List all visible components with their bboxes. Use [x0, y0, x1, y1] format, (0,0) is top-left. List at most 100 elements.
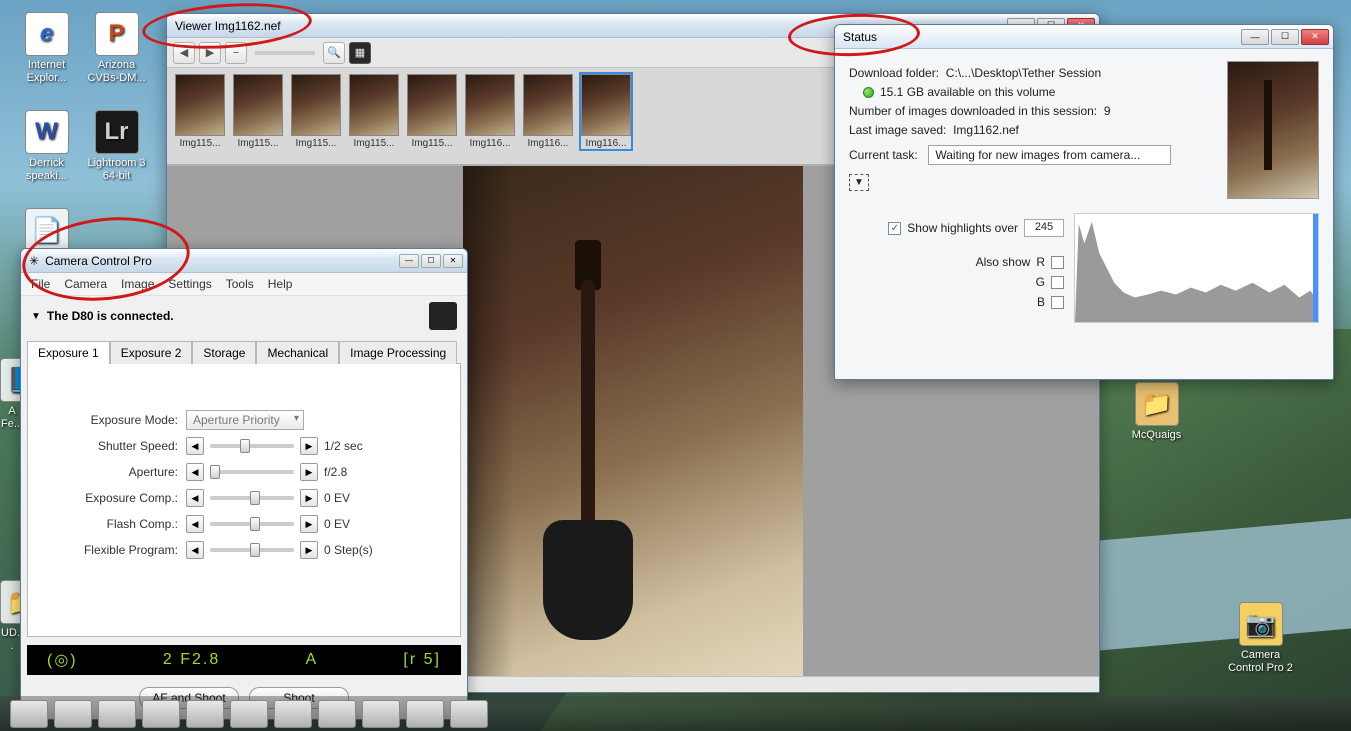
- flexprog-value: 0 Step(s): [324, 543, 384, 557]
- status-max-button[interactable]: ☐: [1271, 29, 1299, 45]
- task-item[interactable]: [54, 700, 92, 728]
- expcomp-inc-button[interactable]: ▶: [300, 489, 318, 507]
- flashcomp-dec-button[interactable]: ◀: [186, 515, 204, 533]
- word-glyph: W: [25, 110, 69, 154]
- ccp-min-button[interactable]: —: [399, 254, 419, 268]
- flexprog-inc-button[interactable]: ▶: [300, 541, 318, 559]
- taskbar[interactable]: [0, 696, 1351, 731]
- aperture-inc-button[interactable]: ▶: [300, 463, 318, 481]
- ppt-icon[interactable]: P Arizona CVBs-DM...: [84, 12, 149, 84]
- menu-camera[interactable]: Camera: [64, 277, 107, 291]
- tab-storage[interactable]: Storage: [192, 341, 256, 364]
- status-titlebar[interactable]: Status — ☐ ✕: [835, 25, 1333, 49]
- tabpage-exposure-1: Exposure Mode: Aperture Priority Shutter…: [27, 363, 461, 637]
- menu-file[interactable]: File: [31, 277, 50, 291]
- thumb-6[interactable]: Img116...: [523, 74, 573, 149]
- task-item[interactable]: [406, 700, 444, 728]
- aperture-slider[interactable]: [210, 470, 294, 474]
- shutter-inc-button[interactable]: ▶: [300, 437, 318, 455]
- zoom-slider[interactable]: [255, 51, 315, 55]
- flexprog-dec-button[interactable]: ◀: [186, 541, 204, 559]
- status-min-button[interactable]: —: [1241, 29, 1269, 45]
- channel-r-checkbox[interactable]: [1051, 256, 1064, 269]
- channel-r-label: R: [1036, 255, 1045, 269]
- channel-b-checkbox[interactable]: [1051, 296, 1064, 309]
- expcomp-dec-button[interactable]: ◀: [186, 489, 204, 507]
- task-item[interactable]: [98, 700, 136, 728]
- ccp-menubar: File Camera Image Settings Tools Help: [21, 273, 467, 296]
- menu-image[interactable]: Image: [121, 277, 154, 291]
- tab-image-processing[interactable]: Image Processing: [339, 341, 457, 364]
- task-item[interactable]: [186, 700, 224, 728]
- task-item[interactable]: [362, 700, 400, 728]
- folder-mcquaigs[interactable]: 📁 McQuaigs: [1124, 382, 1189, 442]
- flashcomp-value: 0 EV: [324, 517, 384, 531]
- show-highlights-checkbox[interactable]: ✓: [888, 222, 901, 235]
- thumb-5[interactable]: Img116...: [465, 74, 515, 149]
- lcd-af-icon: (◎): [47, 650, 78, 670]
- thumb-4[interactable]: Img115...: [407, 74, 457, 149]
- expand-button[interactable]: ▼: [849, 174, 869, 191]
- flashcomp-inc-button[interactable]: ▶: [300, 515, 318, 533]
- ie-glyph: e: [25, 12, 69, 56]
- exposure-mode-select[interactable]: Aperture Priority: [186, 410, 304, 430]
- expand-triangle-icon[interactable]: ▼: [31, 311, 41, 322]
- ccp2-shortcut-label: Camera Control Pro 2: [1228, 649, 1293, 674]
- grid-toggle-button[interactable]: ▦: [349, 42, 371, 64]
- prev-button[interactable]: ◀: [173, 42, 195, 64]
- ccp-titlebar[interactable]: ✳ Camera Control Pro — ☐ ✕: [21, 249, 467, 273]
- lightroom-icon[interactable]: Lr Lightroom 3 64-bit: [84, 110, 149, 182]
- menu-tools[interactable]: Tools: [226, 277, 254, 291]
- task-item[interactable]: [450, 700, 488, 728]
- channel-g-label: G: [1036, 275, 1045, 289]
- word-icon[interactable]: W Derrick speaki...: [14, 110, 79, 182]
- menu-settings[interactable]: Settings: [168, 277, 211, 291]
- task-item[interactable]: [230, 700, 268, 728]
- show-highlights-input[interactable]: 245: [1024, 219, 1064, 237]
- channel-b-label: B: [1037, 295, 1045, 309]
- expcomp-slider[interactable]: [210, 496, 294, 500]
- task-item[interactable]: [318, 700, 356, 728]
- thumb-3[interactable]: Img115...: [349, 74, 399, 149]
- menu-help[interactable]: Help: [268, 277, 293, 291]
- ie-icon[interactable]: e Internet Explor...: [14, 12, 79, 84]
- zoom-out-button[interactable]: −: [225, 42, 247, 64]
- ccp-max-button[interactable]: ☐: [421, 254, 441, 268]
- ppt-label: Arizona CVBs-DM...: [84, 59, 149, 84]
- tab-exposure-2[interactable]: Exposure 2: [110, 341, 193, 364]
- ccp-close-button[interactable]: ✕: [443, 254, 463, 268]
- shutter-slider[interactable]: [210, 444, 294, 448]
- ccp-tabs: Exposure 1 Exposure 2 Storage Mechanical…: [27, 340, 461, 363]
- thumb-1[interactable]: Img115...: [233, 74, 283, 149]
- notepad-glyph: 📄: [25, 208, 69, 252]
- viewer-title: Viewer Img1162.nef: [175, 19, 281, 33]
- thumb-2[interactable]: Img115...: [291, 74, 341, 149]
- space-available: 15.1 GB available on this volume: [880, 85, 1055, 99]
- channel-g-checkbox[interactable]: [1051, 276, 1064, 289]
- show-highlights-label: Show highlights over: [907, 221, 1018, 235]
- last-image-value: Img1162.nef: [953, 123, 1019, 137]
- task-item[interactable]: [142, 700, 180, 728]
- task-item[interactable]: [274, 700, 312, 728]
- ccp2-shortcut[interactable]: 📷 Camera Control Pro 2: [1228, 602, 1293, 674]
- volume-status-icon: [863, 87, 874, 98]
- thumb-7[interactable]: Img116...: [581, 74, 631, 149]
- aperture-dec-button[interactable]: ◀: [186, 463, 204, 481]
- folder-mcquaigs-label: McQuaigs: [1124, 429, 1189, 442]
- thumb-0[interactable]: Img115...: [175, 74, 225, 149]
- download-folder-label: Download folder:: [849, 66, 939, 80]
- status-close-button[interactable]: ✕: [1301, 29, 1329, 45]
- tab-mechanical[interactable]: Mechanical: [256, 341, 339, 364]
- task-item[interactable]: [10, 700, 48, 728]
- histogram: [1074, 213, 1319, 323]
- aperture-value: f/2.8: [324, 465, 384, 479]
- flashcomp-slider[interactable]: [210, 522, 294, 526]
- play-button[interactable]: ▶: [199, 42, 221, 64]
- shutter-dec-button[interactable]: ◀: [186, 437, 204, 455]
- tab-exposure-1[interactable]: Exposure 1: [27, 341, 110, 364]
- images-session-value: 9: [1104, 104, 1111, 118]
- flexprog-slider[interactable]: [210, 548, 294, 552]
- also-show-label: Also show: [976, 255, 1031, 269]
- lr-glyph: Lr: [95, 110, 139, 154]
- zoom-in-button[interactable]: 🔍: [323, 42, 345, 64]
